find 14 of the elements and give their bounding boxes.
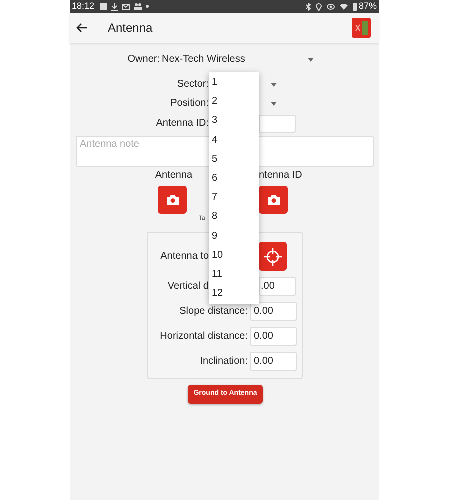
screen-title: Antenna bbox=[108, 20, 153, 37]
measurement-label: Inclination: bbox=[199, 355, 248, 369]
measurement-label: Vertical d bbox=[166, 280, 209, 294]
photo-label: Antenna bbox=[154, 170, 194, 182]
measurement-label: Slope distance: bbox=[178, 305, 248, 319]
field-label: Antenna ID: bbox=[155, 117, 209, 131]
field-label: Position: bbox=[170, 97, 209, 111]
photo-label: ntenna ID bbox=[259, 170, 302, 182]
measurement-label: Antenna to bbox=[160, 250, 209, 264]
measurement-label: Horizontal distance: bbox=[159, 330, 248, 344]
battery-level: 87% bbox=[358, 2, 377, 11]
field-label: Sector: bbox=[176, 78, 209, 92]
status-time: 18:12 bbox=[72, 2, 95, 11]
field-label: Owner: bbox=[126, 53, 160, 67]
